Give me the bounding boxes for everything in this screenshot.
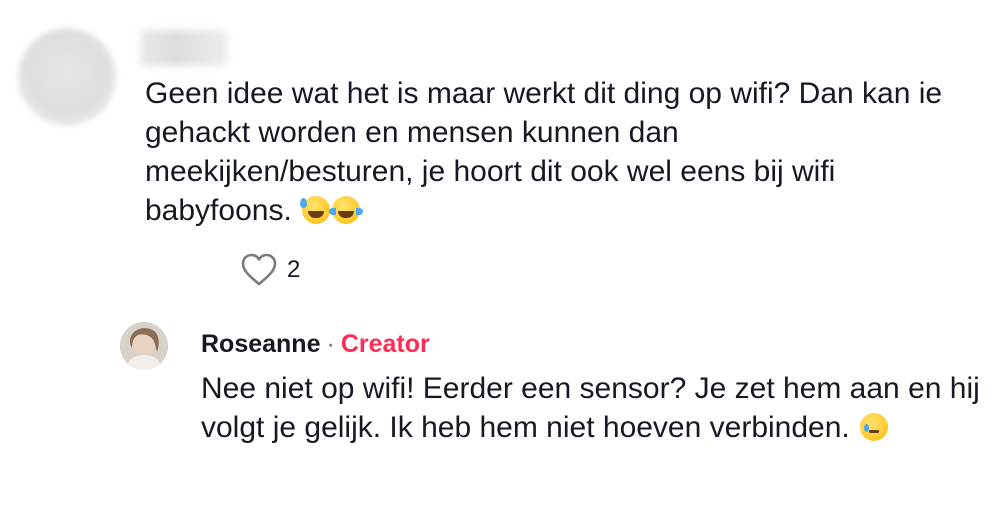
- like-count: 2: [287, 256, 301, 283]
- reply-header: Roseanne · Creator: [201, 328, 430, 360]
- heart-outline-icon[interactable]: [241, 253, 277, 287]
- grinning-sweat-emoji: [300, 196, 331, 224]
- comment-like-row: 2: [241, 253, 300, 287]
- commenter-username-redacted[interactable]: [140, 30, 228, 66]
- tears-of-joy-emoji: [329, 196, 364, 224]
- reply-body: Nee niet op wifi! Eerder een sensor? Je …: [201, 369, 981, 447]
- creator-avatar[interactable]: [120, 322, 168, 370]
- commenter-avatar[interactable]: [18, 28, 116, 126]
- comment-body: Geen idee wat het is maar werkt dit ding…: [145, 74, 945, 230]
- creator-username[interactable]: Roseanne: [201, 330, 320, 358]
- comment-text: Geen idee wat het is maar werkt dit ding…: [145, 77, 943, 227]
- face-holding-back-tears-emoji: [860, 413, 889, 441]
- header-separator: ·: [326, 330, 335, 358]
- creator-badge: Creator: [340, 330, 430, 358]
